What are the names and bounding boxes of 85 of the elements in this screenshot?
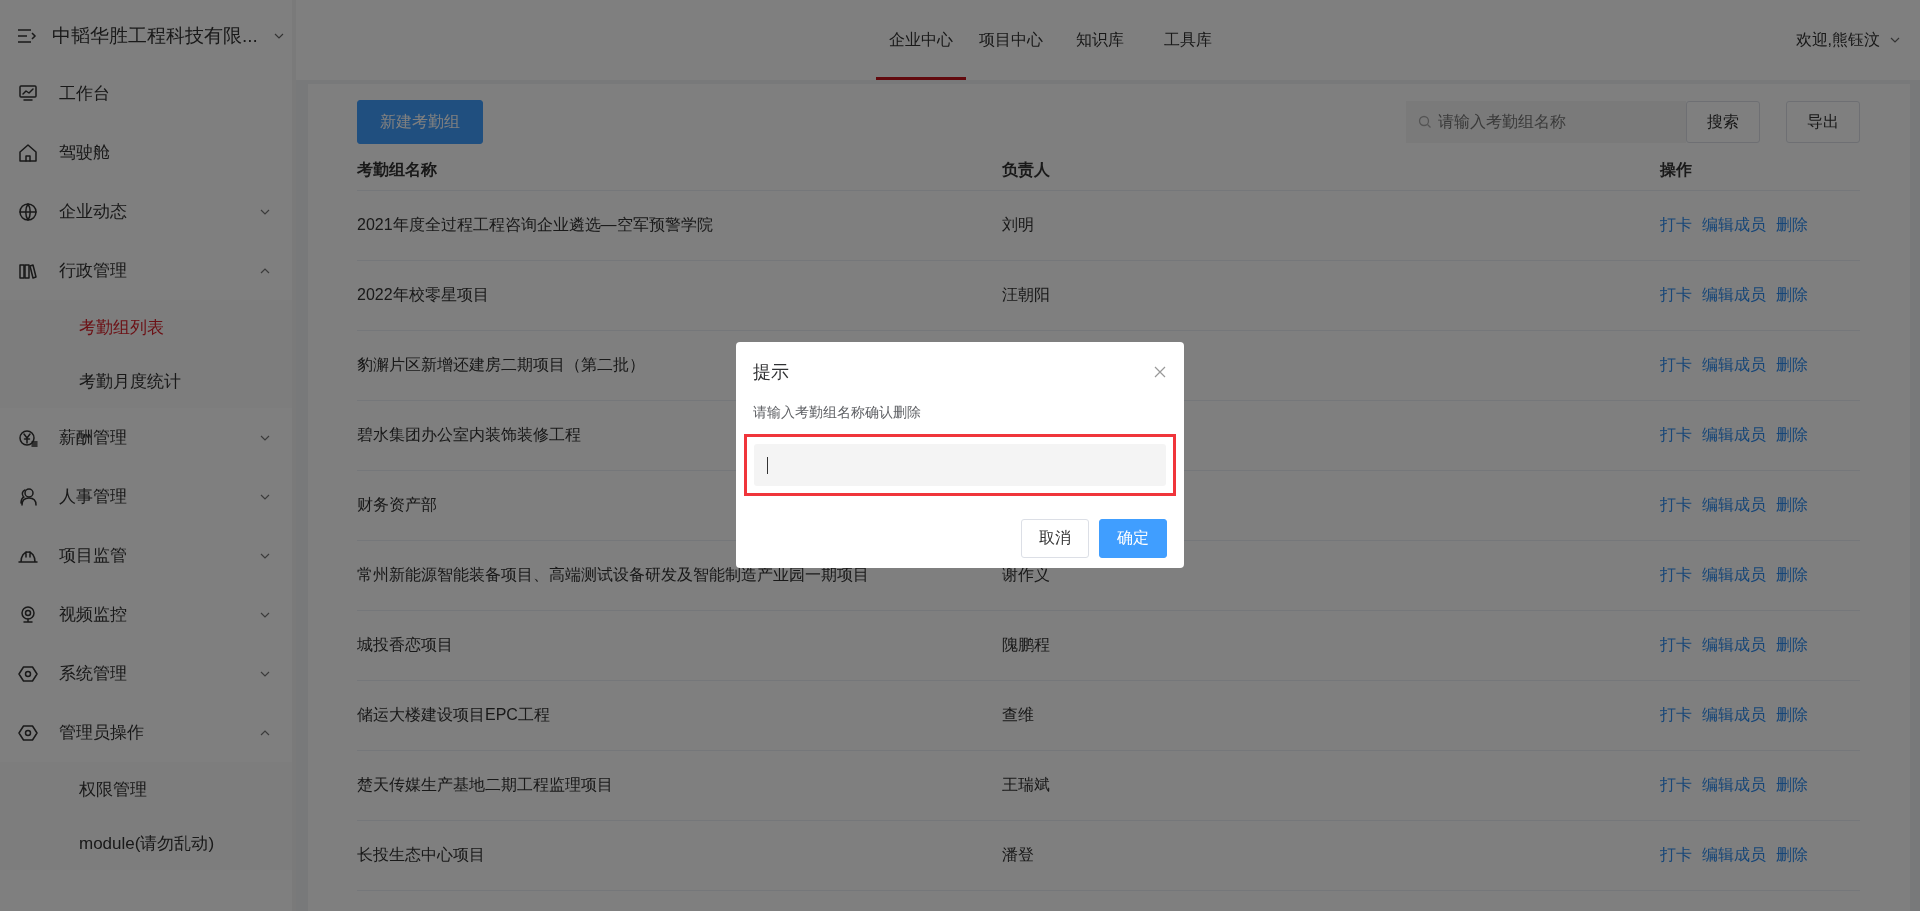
submenu-item[interactable]: 考勤月度统计 — [0, 354, 292, 408]
action-link[interactable]: 删除 — [1776, 215, 1808, 236]
nav-tab[interactable]: 知识库 — [1056, 0, 1144, 80]
nav-tab[interactable]: 项目中心 — [966, 0, 1056, 80]
user-greeting[interactable]: 欢迎,熊钰汶 — [1795, 29, 1880, 51]
column-header: 负责人 — [1002, 159, 1051, 181]
people-icon — [17, 485, 39, 508]
action-link[interactable]: 删除 — [1776, 425, 1808, 446]
action-link[interactable]: 打卡 — [1660, 565, 1692, 586]
action-link[interactable]: 删除 — [1776, 845, 1808, 866]
sidebar-item[interactable]: 视频监控 — [0, 585, 292, 644]
globe-icon — [17, 200, 39, 223]
action-link[interactable]: 编辑成员 — [1702, 355, 1766, 376]
submenu-item[interactable]: module(请勿乱动) — [0, 816, 292, 870]
action-link[interactable]: 删除 — [1776, 495, 1808, 516]
home-icon — [17, 141, 39, 164]
action-link[interactable]: 编辑成员 — [1702, 705, 1766, 726]
search-icon — [1418, 115, 1432, 129]
action-link[interactable]: 删除 — [1776, 285, 1808, 306]
action-link[interactable]: 打卡 — [1660, 845, 1692, 866]
action-link[interactable]: 编辑成员 — [1702, 215, 1766, 236]
table-cell: 刘明 — [1002, 216, 1034, 233]
action-link[interactable]: 删除 — [1776, 565, 1808, 586]
table-cell: 储运大楼建设项目EPC工程 — [357, 706, 550, 723]
export-button[interactable]: 导出 — [1786, 101, 1860, 143]
table-cell: 潘登 — [1002, 846, 1034, 863]
action-link[interactable]: 删除 — [1776, 355, 1808, 376]
input-field[interactable] — [754, 444, 1166, 486]
table-cell: 隗鹏程 — [1002, 636, 1050, 653]
column-header: 操作 — [1660, 159, 1693, 180]
text-cursor — [767, 456, 768, 474]
search-field[interactable]: 请输入考勤组名称 — [1406, 101, 1686, 143]
action-link[interactable]: 编辑成员 — [1702, 285, 1766, 306]
sidebar-item[interactable]: 薪酬管理 — [0, 408, 292, 467]
action-link[interactable]: 删除 — [1776, 635, 1808, 656]
action-link[interactable]: 编辑成员 — [1702, 845, 1766, 866]
company-name[interactable]: 中韬华胜工程科技有限... — [52, 23, 258, 49]
dialog-title: 提示 — [753, 361, 789, 384]
action-link[interactable]: 编辑成员 — [1702, 635, 1766, 656]
action-link[interactable]: 编辑成员 — [1702, 495, 1766, 516]
search-button[interactable]: 搜索 — [1686, 101, 1760, 143]
action-link[interactable]: 删除 — [1776, 775, 1808, 796]
table-cell: 查维 — [1002, 706, 1034, 723]
sidebar-item[interactable]: 工作台 — [0, 64, 292, 123]
action-link[interactable]: 打卡 — [1660, 775, 1692, 796]
sidebar-item[interactable]: 系统管理 — [0, 644, 292, 703]
table-cell: 长投生态中心项目 — [357, 846, 485, 863]
table-cell: 2021年度全过程工程咨询企业遴选—空军预警学院 — [357, 216, 713, 233]
table-cell: 城投香恋项目 — [357, 636, 453, 653]
action-link[interactable]: 删除 — [1776, 705, 1808, 726]
table-cell: 楚天传媒生产基地二期工程监理项目 — [357, 776, 613, 793]
sidebar-item[interactable]: 驾驶舱 — [0, 123, 292, 182]
table-cell: 碧水集团办公室内装饰装修工程 — [357, 426, 581, 443]
dialog-message: 请输入考勤组名称确认删除 — [752, 403, 922, 422]
action-link[interactable]: 编辑成员 — [1702, 565, 1766, 586]
action-link[interactable]: 打卡 — [1660, 355, 1692, 376]
sidebar-item[interactable]: 行政管理 — [0, 241, 292, 300]
confirm-button[interactable]: 确定 — [1099, 519, 1167, 558]
close-icon[interactable] — [1154, 366, 1166, 378]
sidebar-item[interactable]: 企业动态 — [0, 182, 292, 241]
submenu-item[interactable]: 权限管理 — [0, 762, 292, 816]
table-cell: 2022年校零星项目 — [357, 286, 489, 303]
table-cell: 豹澥片区新增还建房二期项目（第二批） — [357, 356, 645, 373]
sidebar-item[interactable]: 项目监管 — [0, 526, 292, 585]
sidebar-item[interactable]: 管理员操作 — [0, 703, 292, 762]
action-link[interactable]: 打卡 — [1660, 285, 1692, 306]
action-link[interactable]: 编辑成员 — [1702, 775, 1766, 796]
column-header: 考勤组名称 — [357, 159, 438, 180]
sidebar-item[interactable]: 人事管理 — [0, 467, 292, 526]
table-cell: 汪朝阳 — [1002, 286, 1050, 303]
table-cell: 谢作义 — [1002, 566, 1050, 583]
cancel-button[interactable]: 取消 — [1021, 519, 1089, 558]
submenu-item[interactable]: 考勤组列表 — [0, 300, 292, 354]
action-link[interactable]: 打卡 — [1660, 635, 1692, 656]
action-link[interactable]: 编辑成员 — [1702, 425, 1766, 446]
action-link[interactable]: 打卡 — [1660, 495, 1692, 516]
table-cell: 财务资产部 — [357, 496, 437, 513]
action-link[interactable]: 打卡 — [1660, 705, 1692, 726]
action-link[interactable]: 打卡 — [1660, 215, 1692, 236]
table-cell: 王瑞斌 — [1002, 776, 1050, 793]
table-cell: 常州新能源智能装备项目、高端测试设备研发及智能制造产业园一期项目 — [357, 566, 869, 583]
action-link[interactable]: 打卡 — [1660, 425, 1692, 446]
new-group-button[interactable]: 新建考勤组 — [357, 100, 483, 144]
nav-tab[interactable]: 工具库 — [1144, 0, 1232, 80]
nav-tab[interactable]: 企业中心 — [876, 0, 966, 80]
